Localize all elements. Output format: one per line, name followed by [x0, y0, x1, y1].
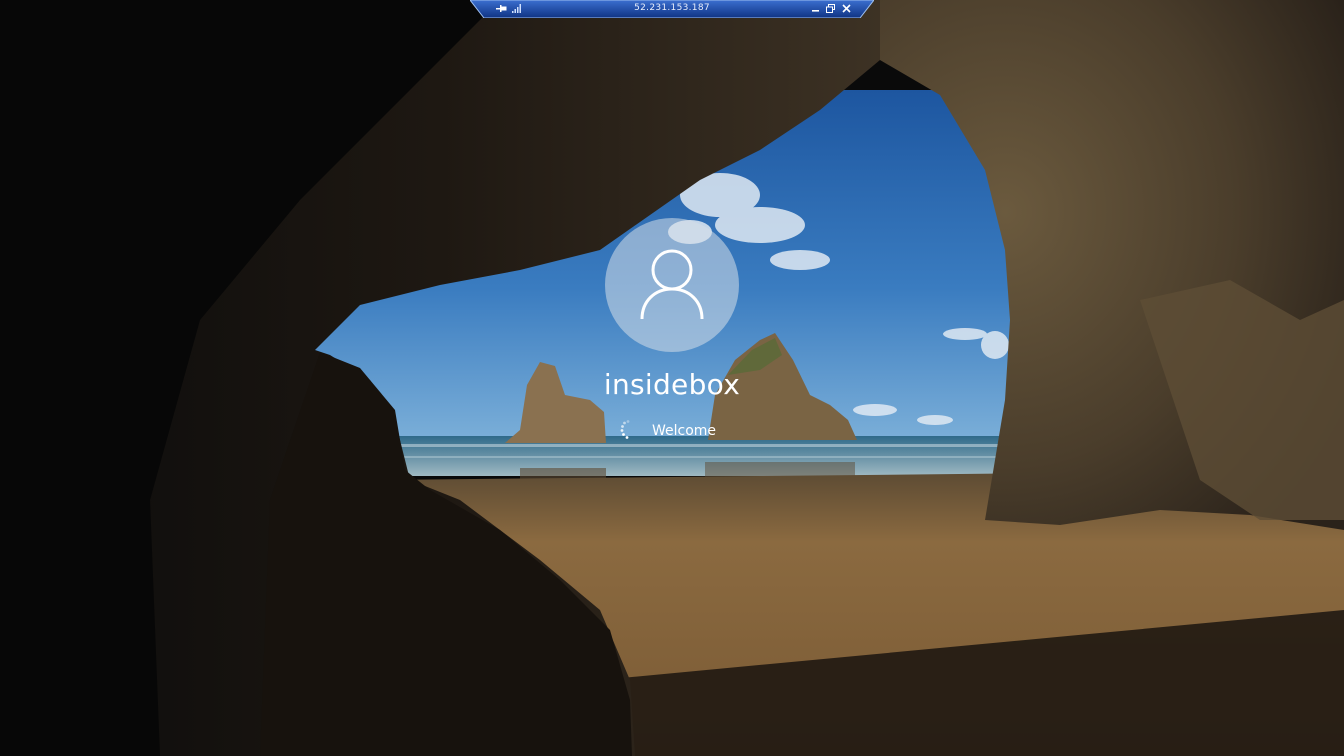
sign-in-status: Welcome — [600, 419, 760, 443]
user-avatar — [605, 218, 739, 352]
login-screen: 52.231.153.187 insidebox Welcome — [0, 0, 1344, 756]
loading-spinner-icon — [620, 420, 630, 439]
remote-desktop-connection-bar[interactable]: 52.231.153.187 — [470, 0, 874, 18]
user-silhouette-icon — [640, 249, 704, 320]
minimize-icon[interactable] — [809, 2, 822, 14]
restore-icon[interactable] — [824, 2, 837, 14]
welcome-status-text: Welcome — [652, 423, 717, 439]
close-icon[interactable] — [840, 2, 853, 14]
username-label: insidebox — [603, 368, 741, 401]
